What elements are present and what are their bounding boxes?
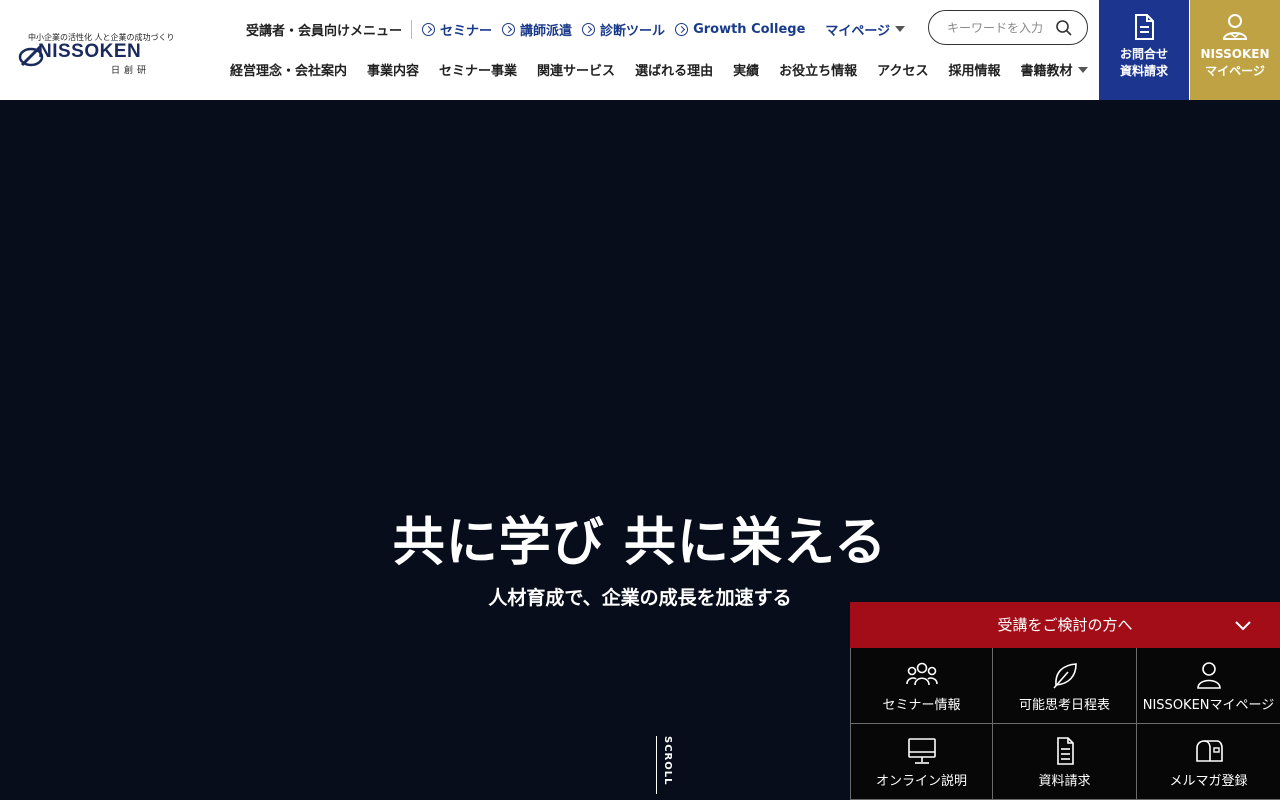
chevron-right-circle-icon <box>422 22 436 36</box>
panel-item-document-request[interactable]: 資料請求 <box>993 724 1137 800</box>
panel-item-seminar-info[interactable]: セミナー情報 <box>850 648 993 724</box>
nav-item-books[interactable]: 書籍教材 <box>1020 60 1088 79</box>
nav-item-reasons[interactable]: 選ばれる理由 <box>635 60 713 79</box>
caret-down-icon <box>1077 66 1088 73</box>
mailbox-icon <box>1195 740 1223 762</box>
member-link-seminar[interactable]: セミナー <box>422 20 492 39</box>
panel-item-newsletter[interactable]: メルマガ登録 <box>1137 724 1280 800</box>
nissoken-mypage-button[interactable]: NISSOKEN マイページ <box>1190 0 1280 100</box>
nav-item-philosophy[interactable]: 経営理念・会社案内 <box>230 60 347 79</box>
member-menu-title: 受講者・会員向けメニュー <box>246 19 413 39</box>
panel-header-label: 受講をご検討の方へ <box>997 616 1133 634</box>
document-icon <box>1135 14 1154 40</box>
mypage-button-line2: マイページ <box>1205 64 1265 78</box>
main-nav: 経営理念・会社案内 事業内容 セミナー事業 関連サービス 選ばれる理由 実績 お… <box>230 60 1088 79</box>
panel-item-schedule[interactable]: 可能思考日程表 <box>993 648 1137 724</box>
chevron-right-circle-icon <box>502 22 516 36</box>
mypage-dropdown-label: マイページ <box>825 23 891 39</box>
panel-item-mypage[interactable]: NISSOKENマイページ <box>1137 648 1280 724</box>
nav-item-related-services[interactable]: 関連サービス <box>537 60 615 79</box>
member-link-growth-college[interactable]: Growth College <box>675 22 805 37</box>
panel-item-label: セミナー情報 <box>882 698 961 713</box>
chevron-down-icon <box>1235 621 1251 631</box>
consideration-panel: 受講をご検討の方へ セミナー情報 可能思考日程表 NISSOKENマイページ オ… <box>850 602 1280 800</box>
nav-item-business[interactable]: 事業内容 <box>367 60 419 79</box>
member-menu: 受講者・会員向けメニュー セミナー 講師派遣 診断ツール Growth Coll… <box>246 18 906 40</box>
nav-item-access[interactable]: アクセス <box>877 60 928 79</box>
scroll-indicator[interactable]: SCROLL <box>656 736 674 794</box>
chevron-right-circle-icon <box>582 22 596 36</box>
panel-item-label: 資料請求 <box>1038 774 1091 789</box>
search-icon[interactable] <box>1055 19 1073 37</box>
nav-item-results[interactable]: 実績 <box>733 60 759 79</box>
nissoken-logo[interactable]: 中小企業の活性化 人と企業の成功づくり NISSOKEN 日創研 <box>18 32 188 76</box>
member-link-diagnosis[interactable]: 診断ツール <box>582 20 665 39</box>
member-link-label: セミナー <box>440 23 493 39</box>
person-icon <box>1196 662 1221 689</box>
member-link-label: 講師派遣 <box>520 23 573 39</box>
scroll-line <box>656 736 657 794</box>
person-icon <box>1222 14 1248 40</box>
member-link-label: 診断ツール <box>600 23 666 39</box>
panel-grid: セミナー情報 可能思考日程表 NISSOKENマイページ オンライン説明 資料請… <box>850 648 1280 800</box>
panel-item-label: 可能思考日程表 <box>1018 698 1110 713</box>
site-header: 中小企業の活性化 人と企業の成功づくり NISSOKEN 日創研 受講者・会員向… <box>0 0 1280 100</box>
scroll-label: SCROLL <box>662 736 673 786</box>
logo-kanji: 日創研 <box>111 66 151 76</box>
hero-title: 共に学び 共に栄える <box>392 513 888 573</box>
search-box <box>928 10 1088 45</box>
panel-item-label: メルマガ登録 <box>1169 774 1248 789</box>
panel-item-label: オンライン説明 <box>875 774 967 789</box>
chevron-right-circle-icon <box>675 22 689 36</box>
contact-button-line1: お問合せ <box>1119 47 1168 61</box>
leaf-icon <box>1052 663 1077 689</box>
member-link-label: Growth College <box>693 21 806 37</box>
document-icon <box>1056 737 1074 765</box>
people-icon <box>905 662 938 686</box>
nav-item-recruit[interactable]: 採用情報 <box>948 60 1000 79</box>
member-link-instructor[interactable]: 講師派遣 <box>502 20 572 39</box>
contact-button-line2: 資料請求 <box>1119 64 1168 78</box>
nav-item-seminar-business[interactable]: セミナー事業 <box>439 60 517 79</box>
search-input[interactable] <box>947 20 1051 35</box>
nav-item-useful-info[interactable]: お役立ち情報 <box>779 60 857 79</box>
caret-down-icon <box>895 26 906 32</box>
panel-toggle-header[interactable]: 受講をご検討の方へ <box>850 602 1280 648</box>
nav-item-books-label: 書籍教材 <box>1020 64 1073 79</box>
monitor-icon <box>907 738 936 764</box>
logo-wordmark: NISSOKEN <box>38 41 142 62</box>
panel-item-online-briefing[interactable]: オンライン説明 <box>850 724 993 800</box>
contact-request-button[interactable]: お問合せ 資料請求 <box>1099 0 1189 100</box>
mypage-dropdown[interactable]: マイページ <box>825 20 906 39</box>
mypage-button-line1: NISSOKEN <box>1200 47 1270 61</box>
panel-item-label: NISSOKENマイページ <box>1142 698 1275 713</box>
